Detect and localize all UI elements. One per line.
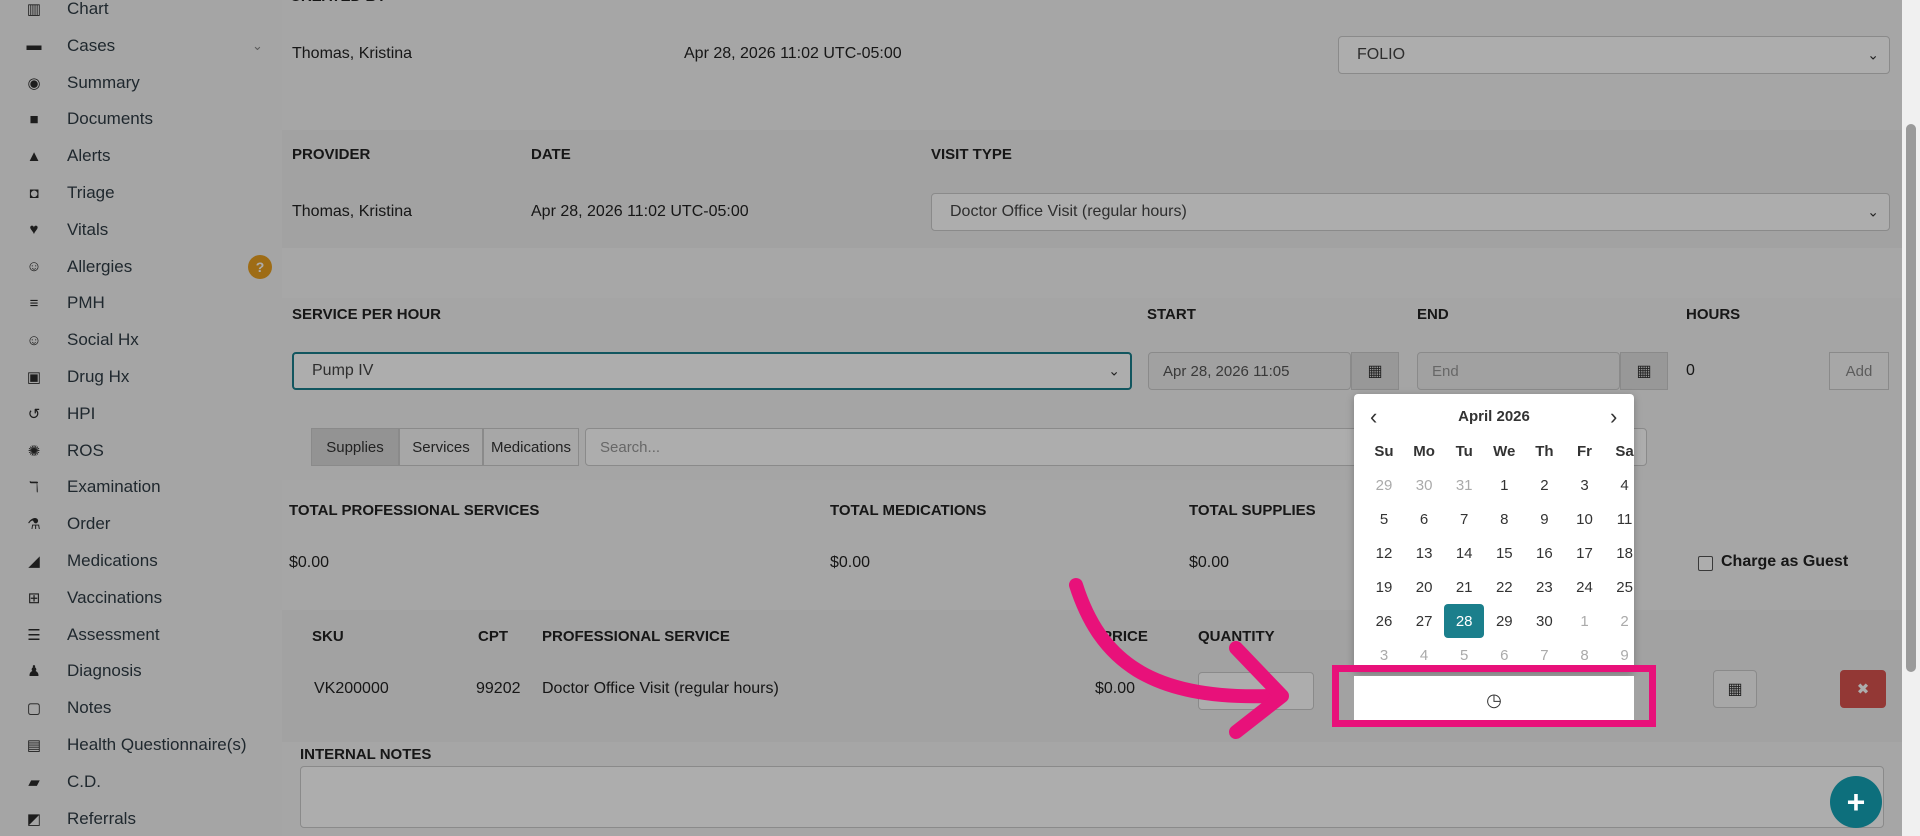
tutorial-arrow-icon [1069,578,1289,739]
